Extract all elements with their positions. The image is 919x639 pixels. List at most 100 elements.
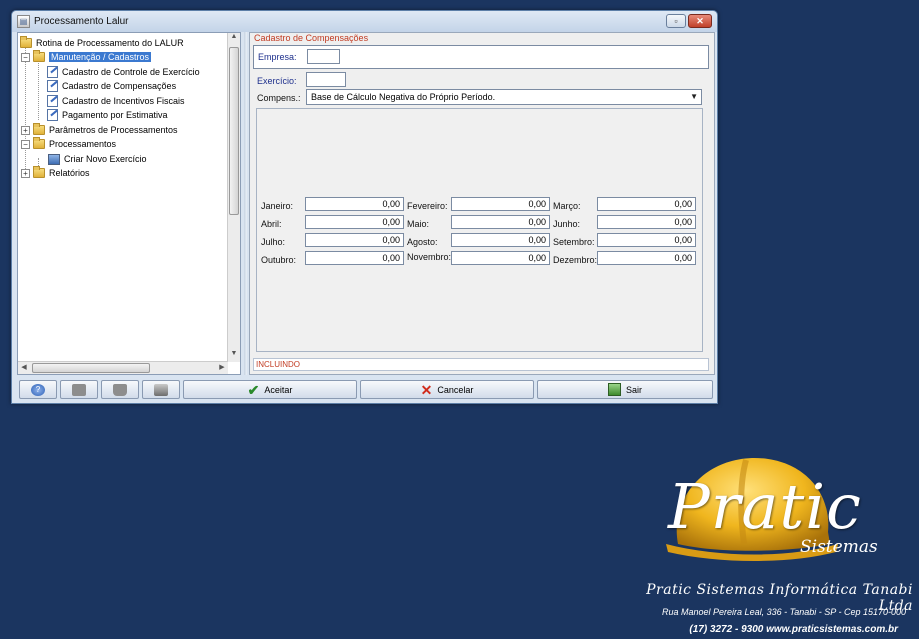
monitor-icon — [48, 153, 60, 165]
printer-icon — [154, 383, 168, 396]
collapse-icon[interactable]: − — [21, 52, 30, 62]
collapse-icon[interactable]: − — [21, 139, 30, 149]
month-label: Julho: — [261, 237, 286, 247]
month-value-field[interactable]: 0,00 — [305, 197, 404, 211]
month-value-field[interactable]: 0,00 — [305, 251, 404, 265]
tree-group-label: Manutenção / Cadastros — [49, 52, 152, 62]
month-value-field[interactable]: 0,00 — [451, 215, 550, 229]
cancel-button[interactable]: ✕ Cancelar — [360, 380, 534, 399]
tree-group-manutencao[interactable]: − Manutenção / Cadastros — [21, 50, 152, 64]
tree-item-label: Cadastro de Compensações — [62, 81, 177, 91]
exit-button[interactable]: Sair — [537, 380, 713, 399]
cancel-label: Cancelar — [437, 384, 474, 395]
navigation-tree: Rotina de Processamento do LALUR − Manut… — [17, 32, 241, 375]
month-value-field[interactable]: 0,00 — [597, 215, 696, 229]
print-button[interactable] — [142, 380, 180, 399]
tree-item-label: Cadastro de Incentivos Fiscais — [62, 96, 185, 106]
close-icon: ✕ — [420, 381, 433, 398]
window-title: Processamento Lalur — [34, 16, 129, 27]
edit-document-icon — [47, 66, 58, 78]
empresa-label: Empresa: — [258, 52, 297, 62]
month-value-field[interactable]: 0,00 — [305, 233, 404, 247]
scroll-left-icon[interactable]: ◀ — [18, 362, 30, 374]
tree-group-processamentos[interactable]: − Processamentos — [21, 137, 116, 151]
title-bar[interactable]: ▤ Processamento Lalur ▫ ✕ — [12, 11, 717, 32]
month-value-field[interactable]: 0,00 — [597, 233, 696, 247]
scroll-right-icon[interactable]: ▶ — [216, 362, 228, 374]
tree-group-parametros[interactable]: + Parâmetros de Processamentos — [21, 123, 178, 137]
document-icon — [72, 383, 86, 396]
expand-icon[interactable]: + — [21, 168, 30, 178]
month-value-field[interactable]: 0,00 — [305, 215, 404, 229]
delete-button[interactable] — [101, 380, 139, 399]
folder-icon — [33, 50, 45, 62]
accept-button[interactable]: ✔ Aceitar — [183, 380, 357, 399]
exercicio-label: Exercício: — [257, 76, 297, 86]
month-value-field[interactable]: 0,00 — [451, 233, 550, 247]
tree-item-incentivos[interactable]: Cadastro de Incentivos Fiscais — [47, 94, 185, 108]
tree-item-label: Pagamento por Estimativa — [62, 110, 168, 120]
month-label: Junho: — [553, 219, 581, 229]
compens-select[interactable]: Base de Cálculo Negativa do Próprio Perí… — [306, 89, 702, 105]
tree-item-pagamento[interactable]: Pagamento por Estimativa — [47, 108, 168, 122]
tree-root[interactable]: Rotina de Processamento do LALUR — [20, 36, 184, 50]
scroll-thumb[interactable] — [32, 363, 150, 373]
folder-icon — [33, 123, 45, 135]
compens-selected-value: Base de Cálculo Negativa do Próprio Perí… — [311, 92, 496, 102]
tree-horizontal-scrollbar[interactable]: ◀ ▶ — [18, 361, 228, 374]
brand-logo-subtitle: Sistemas — [800, 537, 878, 557]
month-label: Novembro: — [407, 252, 452, 262]
scroll-down-icon[interactable]: ▼ — [228, 350, 240, 362]
empresa-field[interactable] — [307, 49, 340, 64]
minimize-button[interactable]: ▫ — [666, 14, 686, 28]
folder-icon — [33, 166, 45, 178]
trash-icon — [113, 383, 127, 396]
scroll-up-icon[interactable]: ▲ — [228, 33, 240, 45]
month-label: Janeiro: — [261, 201, 294, 211]
tree-group-relatorios[interactable]: + Relatórios — [21, 166, 90, 180]
help-icon: ? — [31, 383, 45, 396]
status-bar: INCLUINDO — [253, 358, 709, 371]
compens-label: Compens.: — [257, 93, 301, 103]
month-value-field[interactable]: 0,00 — [451, 197, 550, 211]
splitter[interactable] — [244, 32, 247, 375]
expand-icon[interactable]: + — [21, 125, 30, 135]
month-value-field[interactable]: 0,00 — [597, 197, 696, 211]
edit-document-icon — [47, 80, 58, 92]
month-label: Outubro: — [261, 255, 297, 265]
app-icon: ▤ — [17, 15, 30, 28]
company-contact: (17) 3272 - 9300 www.praticsistemas.com.… — [689, 624, 898, 635]
folder-icon — [20, 36, 32, 48]
help-button[interactable]: ? — [19, 380, 57, 399]
company-address: Rua Manoel Pereira Leal, 336 - Tanabi - … — [662, 607, 906, 617]
month-label: Fevereiro: — [407, 201, 448, 211]
tree-item-label: Cadastro de Controle de Exercício — [62, 67, 200, 77]
tree-item-controle-exercicio[interactable]: Cadastro de Controle de Exercício — [47, 65, 200, 79]
tree-item-compensacoes[interactable]: Cadastro de Compensações — [47, 79, 176, 93]
month-label: Maio: — [407, 219, 430, 229]
exit-icon — [607, 383, 621, 396]
check-icon: ✔ — [247, 381, 260, 398]
window-controls: ▫ ✕ — [666, 14, 712, 28]
brand-logo-text: Pratic — [668, 470, 862, 543]
tree-vertical-scrollbar[interactable]: ▲ ▼ — [227, 33, 240, 362]
section-title: Cadastro de Compensações — [254, 33, 369, 43]
tree-group-label: Parâmetros de Processamentos — [49, 125, 178, 135]
monthly-values-group: Janeiro: 0,00 Fevereiro: 0,00 Março: 0,0… — [256, 108, 703, 352]
close-button[interactable]: ✕ — [688, 14, 712, 28]
document-button[interactable] — [60, 380, 98, 399]
edit-document-icon — [47, 109, 58, 121]
month-label: Agosto: — [407, 237, 438, 247]
tree-item-criar-exercicio[interactable]: Criar Novo Exercício — [48, 152, 147, 166]
month-label: Abril: — [261, 219, 282, 229]
edit-document-icon — [47, 95, 58, 107]
month-label: Dezembro: — [553, 255, 598, 265]
bottom-toolbar: ? ✔ Aceitar ✕ Cancelar Sair — [17, 378, 714, 401]
scroll-thumb[interactable] — [229, 47, 239, 215]
accept-label: Aceitar — [264, 384, 293, 395]
month-value-field[interactable]: 0,00 — [597, 251, 696, 265]
month-value-field[interactable]: 0,00 — [451, 251, 550, 265]
tree-group-label: Processamentos — [49, 139, 117, 149]
chevron-down-icon[interactable]: ▼ — [690, 90, 698, 104]
exercicio-field[interactable] — [306, 72, 346, 87]
